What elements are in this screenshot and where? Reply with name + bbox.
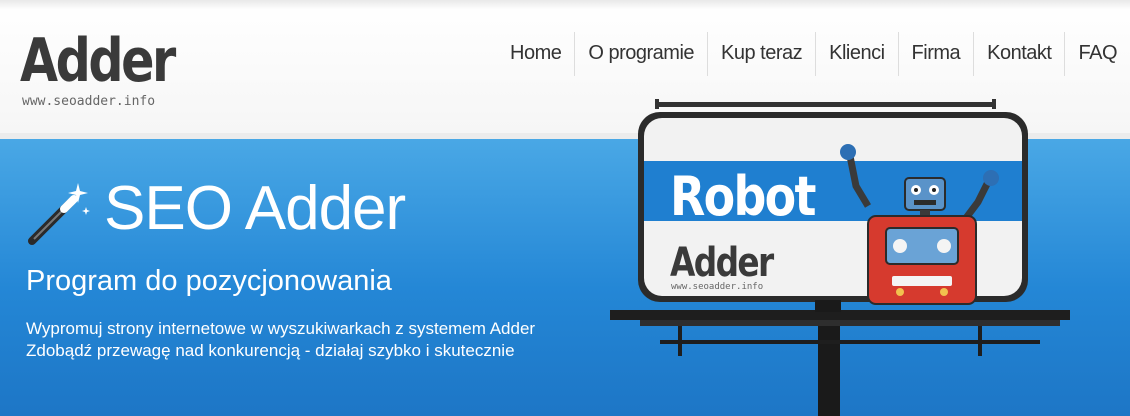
nav-item-home[interactable]: Home — [497, 32, 574, 76]
logo-text: Adder — [20, 26, 176, 96]
magic-wand-icon — [28, 183, 90, 245]
header-shadow — [0, 0, 1130, 10]
nav-item-kup-teraz[interactable]: Kup teraz — [707, 32, 815, 76]
main-nav: Home O programie Kup teraz Klienci Firma… — [497, 32, 1130, 76]
site-logo[interactable]: Adder www.seoadder.info — [20, 30, 208, 109]
hero-subtitle: Program do pozycjonowania — [26, 265, 392, 297]
nav-item-firma[interactable]: Firma — [897, 32, 974, 76]
billboard-word-adder: Adder — [670, 240, 774, 286]
nav-item-o-programie[interactable]: O programie — [574, 32, 707, 76]
nav-item-kontakt[interactable]: Kontakt — [973, 32, 1064, 76]
logo-url: www.seoadder.info — [22, 94, 156, 109]
hero-line-1: Wypromuj strony internetowe w wyszukiwar… — [26, 319, 536, 338]
nav-item-faq[interactable]: FAQ — [1064, 32, 1130, 76]
billboard-word-robot: Robot — [670, 165, 816, 228]
hero-line-2: Zdobądź przewagę nad konkurencją - dział… — [26, 341, 515, 360]
hero-title: SEO Adder — [104, 174, 406, 243]
billboard-url: www.seoadder.info — [671, 282, 764, 292]
nav-item-klienci[interactable]: Klienci — [815, 32, 897, 76]
